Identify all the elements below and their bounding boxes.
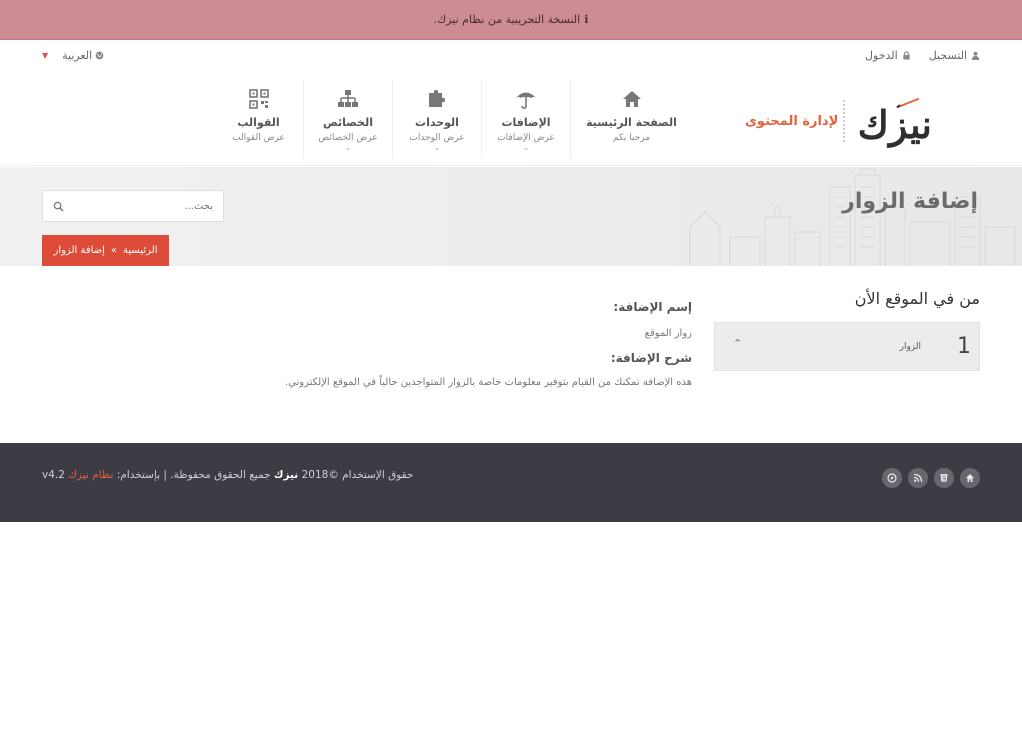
footer-html5-button[interactable] [934, 468, 954, 488]
copyright-prefix: حقوق الإستخدام ©2018 [301, 469, 414, 481]
nav-modules-sub: عرض الوحدات [409, 133, 465, 143]
chevron-up-icon[interactable]: ⌃ [733, 337, 742, 350]
auth-links: التسجيل الدخول [865, 49, 980, 62]
site-logo[interactable]: نيزك لإدارة المحتوى [745, 92, 960, 152]
logo-main-text: نيزك [857, 102, 932, 147]
main-nav: الصفحة الرئيسية مرحبا بكم الإضافات عرض ا… [214, 80, 692, 160]
main-header: نيزك لإدارة المحتوى الصفحة الرئيسية مرحب… [0, 72, 1022, 166]
online-visitors-widget[interactable]: 1 الزوار ⌃ [714, 322, 980, 371]
sitemap-icon [338, 90, 358, 107]
chevron-down-icon: ⌄ [523, 144, 529, 152]
plugin-details: إسم الإضافة: زوار الموقع شرح الإضافة: هذ… [210, 300, 692, 388]
plugin-desc-value: هذه الإضافة تمكنك من القيام بتوفير معلوم… [285, 377, 692, 388]
home-icon [622, 91, 641, 107]
nav-item-home[interactable]: الصفحة الرئيسية مرحبا بكم [570, 80, 692, 158]
visitor-label: الزوار [899, 342, 921, 352]
nav-properties-sub: عرض الخصائص [318, 133, 378, 143]
nav-home-title: الصفحة الرئيسية [586, 116, 677, 129]
nav-home-sub: مرحبا بكم [612, 133, 651, 143]
visitor-count: 1 [957, 334, 971, 359]
site-footer: حقوق الإستخدام ©2018 نيزك جميع الحقوق مح… [0, 443, 1022, 522]
system-link[interactable]: نظام نيزك [68, 469, 113, 481]
register-label: التسجيل [928, 49, 967, 62]
language-label: العربية [62, 49, 93, 62]
plugin-name-heading: إسم الإضافة: [613, 300, 692, 314]
nav-properties-title: الخصائص [323, 116, 373, 129]
breadcrumb-home[interactable]: الرئيسية [123, 245, 157, 256]
page-root: { "trial": { "icon": "info-icon", "text"… [0, 0, 1022, 736]
breadcrumb: الرئيسية » إضافة الزوار [42, 235, 169, 266]
nav-templates-sub: عرض القوالب [232, 133, 285, 143]
umbrella-icon [516, 92, 536, 109]
chevron-down-icon: ⌄ [434, 144, 440, 152]
login-link[interactable]: الدخول [865, 49, 911, 62]
copyright-mid: جميع الحقوق محفوظة. | بإستخدام: [116, 469, 271, 481]
qrcode-icon [248, 89, 269, 109]
breadcrumb-separator: » [110, 245, 118, 256]
nav-item-templates[interactable]: القوالب عرض القوالب [214, 80, 303, 158]
page-title: إضافة الزوار [842, 189, 978, 214]
chevron-down-icon: ⌄ [345, 144, 351, 152]
globe-icon [95, 51, 104, 60]
plugin-desc-heading: شرح الإضافة: [610, 351, 692, 365]
logo-divider [843, 100, 845, 142]
nav-modules-title: الوحدات [415, 116, 459, 129]
footer-icons [882, 468, 980, 488]
html5-icon [940, 474, 948, 482]
language-selector[interactable]: ▼ العربية [42, 49, 104, 62]
nav-item-modules[interactable]: الوحدات عرض الوحدات ⌄ [392, 80, 481, 158]
footer-home-button[interactable] [960, 468, 980, 488]
nav-item-plugins[interactable]: الإضافات عرض الإضافات ⌄ [481, 80, 570, 158]
search-input[interactable] [64, 200, 213, 212]
logo-sub-text: لإدارة المحتوى [745, 114, 839, 129]
search-icon[interactable] [53, 201, 64, 212]
nav-plugins-title: الإضافات [501, 116, 551, 129]
breadcrumb-current: إضافة الزوار [53, 245, 105, 256]
copyright-brand: نيزك [273, 469, 299, 481]
page-banner: إضافة الزوار الرئيسية » إضافة الزوار [0, 167, 1022, 266]
rss-icon [913, 473, 923, 483]
trial-notice-text: النسخة التجريبية من نظام نيزك. [433, 13, 581, 26]
copyright-text: حقوق الإستخدام ©2018 نيزك جميع الحقوق مح… [42, 469, 413, 481]
login-label: الدخول [865, 49, 898, 62]
info-icon: ℹ [584, 13, 589, 26]
plugin-name-value: زوار الموقع [644, 328, 692, 339]
nav-templates-title: القوالب [237, 116, 280, 129]
footer-compass-button[interactable] [882, 468, 902, 488]
sidebar-title: من في الموقع الأن [854, 289, 980, 308]
footer-rss-button[interactable] [908, 468, 928, 488]
lock-icon [903, 51, 910, 60]
trial-notice-bar: ℹ النسخة التجريبية من نظام نيزك. [0, 0, 1022, 40]
home-icon [966, 474, 974, 482]
puzzle-icon [429, 90, 445, 107]
user-icon [971, 51, 980, 60]
nav-plugins-sub: عرض الإضافات [497, 133, 555, 143]
city-skyline-illustration [689, 168, 1016, 266]
version-label: v4.2 [42, 469, 65, 481]
caret-down-icon: ▼ [42, 51, 49, 60]
register-link[interactable]: التسجيل [929, 49, 980, 62]
compass-icon [887, 473, 897, 483]
top-bar: التسجيل الدخول ▼ العربية [0, 41, 1022, 71]
search-box [42, 190, 224, 222]
nav-item-properties[interactable]: الخصائص عرض الخصائص ⌄ [303, 80, 392, 158]
